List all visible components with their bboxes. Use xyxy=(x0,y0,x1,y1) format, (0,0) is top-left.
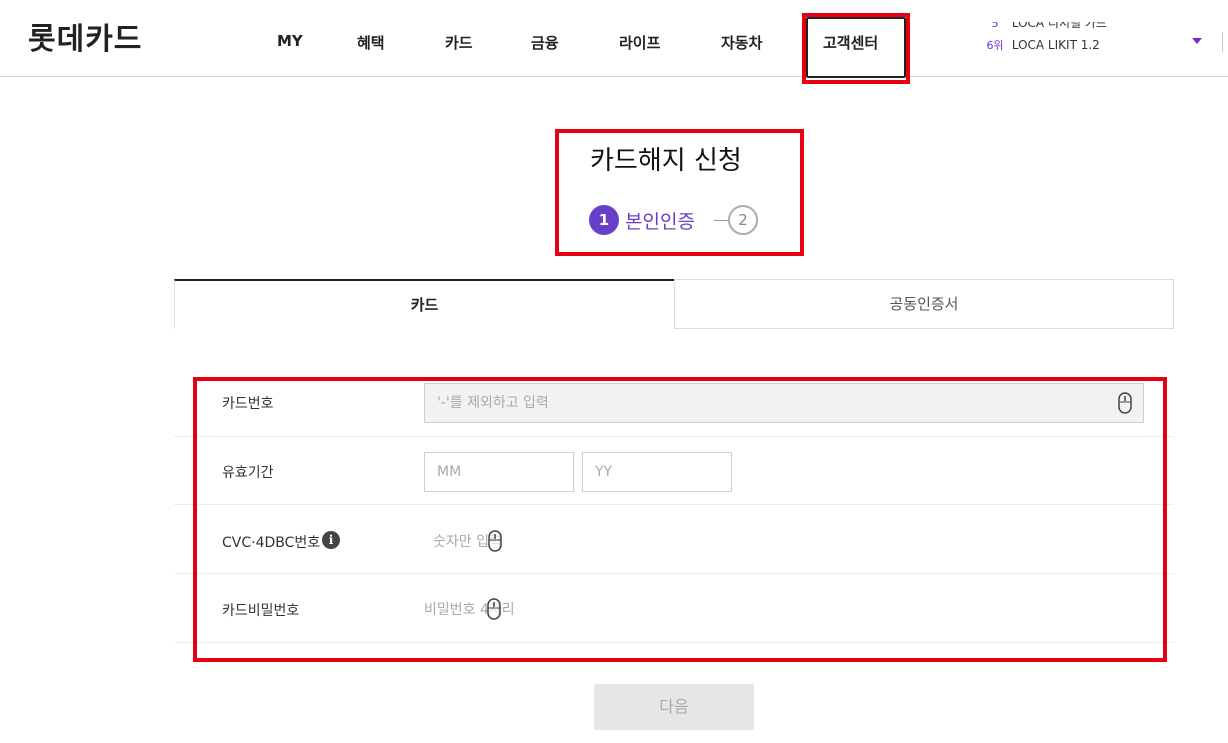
page-title: 카드해지 신청 xyxy=(590,146,742,176)
nav-item-card[interactable]: 카드 xyxy=(445,32,473,53)
promo-item[interactable]: 6위 LOCA LIKIT 1.2 xyxy=(982,34,1192,54)
step-2-indicator: 2 xyxy=(728,205,758,235)
nav-item-my[interactable]: MY xyxy=(277,32,303,50)
promo-item[interactable]: 5 LOCA 디지털 카드 xyxy=(982,22,1192,34)
promo-text: LOCA 디지털 카드 xyxy=(1011,22,1107,30)
promo-rank: 6위 xyxy=(986,39,1004,52)
nav-item-finance[interactable]: 금융 xyxy=(531,32,559,53)
promo-rolling-list[interactable]: 5 LOCA 디지털 카드 6위 LOCA LIKIT 1.2 xyxy=(982,22,1192,54)
chevron-down-icon[interactable] xyxy=(1192,38,1202,44)
site-header: 롯데카드 MY 혜택 카드 금융 라이프 자동차 고객센터 5 LOCA 디지털… xyxy=(0,0,1228,84)
step-1-indicator: 1 xyxy=(589,205,619,235)
step-1-label: 본인인증 xyxy=(625,211,695,233)
tab-joint-certificate[interactable]: 공동인증서 xyxy=(674,279,1174,329)
nav-item-car[interactable]: 자동차 xyxy=(721,32,762,53)
nav-item-life[interactable]: 라이프 xyxy=(619,32,660,53)
highlight-box-form xyxy=(193,377,1167,662)
nav-item-benefits[interactable]: 혜택 xyxy=(357,32,385,53)
promo-text: LOCA LIKIT 1.2 xyxy=(1011,38,1100,52)
nav-item-customer-center[interactable]: 고객센터 xyxy=(823,32,878,53)
divider xyxy=(1222,32,1223,52)
logo[interactable]: 롯데카드 xyxy=(28,14,142,58)
step-connector xyxy=(714,220,728,221)
tab-card[interactable]: 카드 xyxy=(174,279,674,329)
next-button[interactable]: 다음 xyxy=(594,684,754,730)
